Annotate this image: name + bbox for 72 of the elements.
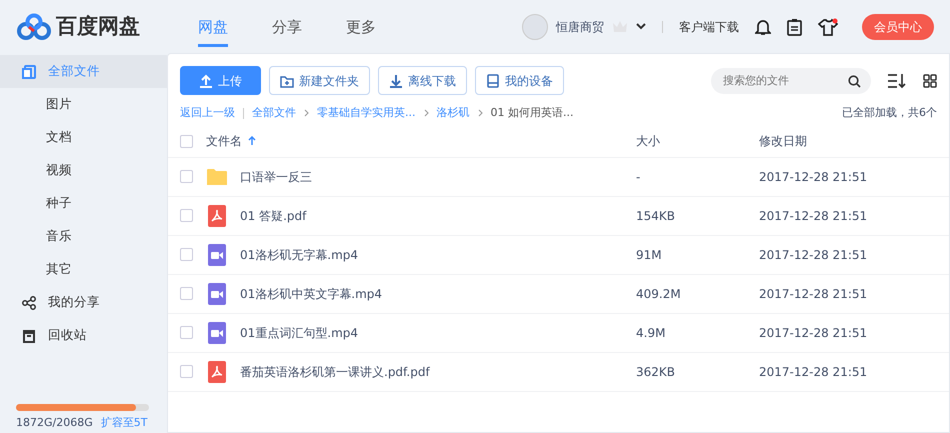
file-date: 2017-12-28 21:51 [759,246,868,264]
row-checkbox[interactable] [180,365,193,378]
video-icon [206,322,228,344]
video-icon [206,244,228,266]
nav-tab[interactable]: 更多 [346,6,376,48]
avatar[interactable] [522,14,548,40]
file-size: 154KB [636,208,676,224]
row-checkbox[interactable] [180,248,193,261]
folder-plus-icon [280,74,294,88]
toolbar-button[interactable]: 离线下载 [378,66,467,95]
sidebar-item[interactable]: 视频 [46,161,72,180]
storage-usage: 1872G/2068G [16,414,93,430]
sort-icon [887,72,907,88]
sidebar-item[interactable]: 图片 [46,95,72,114]
file-size: 362KB [636,364,676,380]
grid-view-icon [923,74,937,88]
file-size: - [636,168,642,186]
file-name[interactable]: 01重点词汇句型.mp4 [240,324,358,342]
nav-tab[interactable]: 分享 [272,6,302,48]
share-icon [22,296,36,310]
file-date: 2017-12-28 21:51 [759,168,868,186]
file-date: 2017-12-28 21:51 [759,208,868,224]
user-name[interactable]: 恒唐商贸 [556,18,604,36]
row-checkbox[interactable] [180,209,193,222]
video-icon [206,282,228,304]
device-icon [486,74,500,88]
file-name[interactable]: 01洛杉矶无字幕.mp4 [240,246,358,264]
clipboard-icon [787,18,802,36]
trash-icon [22,328,36,342]
sort-up-icon [248,136,256,146]
toolbar-button[interactable]: 我的设备 [475,66,564,95]
file-size: 409.2M [636,286,682,302]
pdf-icon [206,204,228,226]
header-link[interactable]: 客户端下载 [679,18,739,36]
chevron-right-icon [478,109,482,118]
sidebar-item[interactable]: 音乐 [46,227,72,246]
search-field[interactable]: 搜索您的文件 [711,68,871,94]
search-icon [848,74,861,88]
files-icon [22,64,36,78]
chevron-right-icon [304,109,309,118]
file-date: 2017-12-28 21:51 [759,286,868,302]
bell-icon [755,18,771,36]
row-checkbox[interactable] [180,326,193,339]
chevron-down-icon [636,23,646,30]
column-header[interactable]: 文件名 [206,132,242,150]
column-header[interactable]: 修改日期 [759,132,807,150]
sidebar-item[interactable]: 文档 [46,128,72,147]
logo-text: 百度网盘 [56,12,140,40]
row-checkbox[interactable] [180,287,193,300]
chevron-right-icon [424,109,428,118]
file-name[interactable]: 口语举一反三 [240,168,312,186]
upload-icon [199,74,213,88]
file-name[interactable]: 番茄英语洛杉矶第一课讲义.pdf.pdf [240,362,430,380]
select-all-checkbox[interactable] [180,134,193,148]
sidebar-item[interactable]: 其它 [46,260,72,279]
column-header[interactable]: 大小 [636,132,759,150]
file-size: 91M [636,246,663,264]
file-name[interactable]: 01 答疑.pdf [240,206,306,224]
load-status: 已全部加载，共6个 [842,105,937,121]
breadcrumb-current: 01 如何用英语... [490,105,574,121]
file-name[interactable]: 01洛杉矶中英文字幕.mp4 [240,284,382,302]
sidebar-item[interactable]: 我的分享 [48,293,100,312]
file-size: 4.9M [636,324,666,342]
row-checkbox[interactable] [180,170,193,183]
toolbar-button[interactable]: 新建文件夹 [269,66,370,95]
sidebar-item[interactable]: 回收站 [48,326,87,345]
file-date: 2017-12-28 21:51 [759,364,868,380]
file-date: 2017-12-28 21:51 [759,324,868,342]
pdf-icon [206,360,228,382]
download-icon [389,74,403,88]
sidebar-item[interactable]: 种子 [46,194,72,213]
cloud-logo-icon [16,12,52,40]
